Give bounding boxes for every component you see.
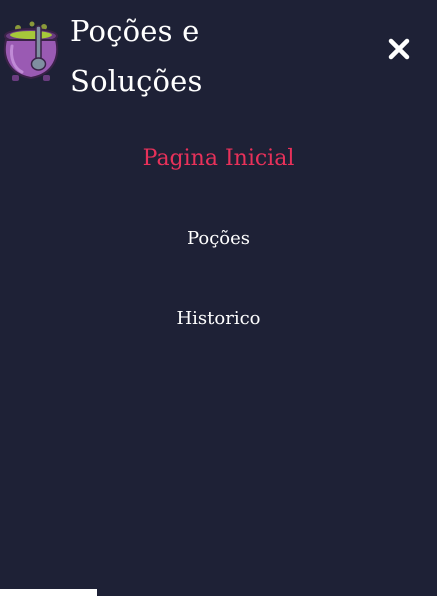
nav-item-pagina-inicial[interactable]: Pagina Inicial [0, 135, 437, 215]
cauldron-icon[interactable] [0, 12, 64, 86]
brand-title-line2: Soluções [70, 64, 203, 98]
main-navigation: Pagina Inicial Poções Historico [0, 135, 437, 375]
close-icon [388, 38, 410, 60]
brand-title-line1: Poções e [70, 14, 200, 48]
mobile-menu: Poções e Soluções Pagina Inicial Poções … [0, 0, 437, 596]
nav-item-historico[interactable]: Historico [0, 295, 437, 375]
close-menu-button[interactable] [384, 34, 414, 64]
brand-title[interactable]: Poções e Soluções [70, 6, 203, 106]
nav-item-pocoes[interactable]: Poções [0, 215, 437, 295]
bottom-bar [0, 589, 97, 596]
